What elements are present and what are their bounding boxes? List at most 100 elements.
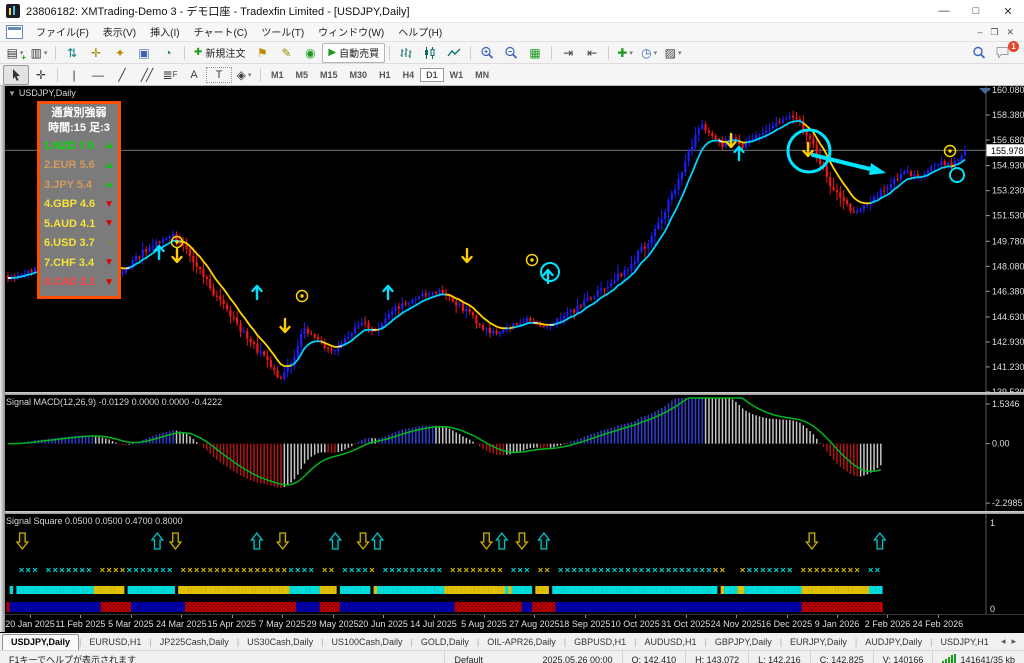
indicators-button[interactable]: ✚▾ [613,44,637,62]
status-profile[interactable]: Default [444,651,533,663]
toolbar-separator [389,46,390,60]
strategy-tester-icon[interactable]: ◔ [156,44,180,62]
chart-tab-audusd-h1[interactable]: AUDUSD,H1 [636,635,704,650]
chart-window-icon[interactable] [6,25,23,39]
chart-tab-eurjpy-daily[interactable]: EURJPY,Daily [782,635,855,650]
tab-scroll-right-icon[interactable]: ▸ [1011,636,1016,647]
chart-tab-gold-daily[interactable]: GOLD,Daily [413,635,477,650]
down-triangle-icon: ▼ [104,199,114,210]
tab-scroll-left-icon[interactable]: ◂ [1001,636,1006,647]
timeframe-w1[interactable]: W1 [444,68,470,82]
menu-item-0[interactable]: ファイル(F) [29,27,96,40]
mdi-minimize-icon[interactable]: – [977,27,982,38]
date-label: 5 Aug 2025 [461,619,507,629]
timeframe-h4[interactable]: H4 [397,68,421,82]
status-field-4: C: 142.825 [810,651,873,663]
signal-square-panel[interactable]: 10 Signal Square 0.0500 0.0500 0.4700 0.… [0,514,1024,614]
chart-tab-us30cash-daily[interactable]: US30Cash,Daily [239,635,321,650]
timeframe-m30[interactable]: M30 [344,68,374,82]
menu-item-3[interactable]: チャート(C) [187,27,255,40]
menu-item-6[interactable]: ヘルプ(H) [391,27,449,40]
chart-tab-audjpy-daily[interactable]: AUDJPY,Daily [857,635,930,650]
text-tool[interactable]: A [182,66,206,84]
minimize-button[interactable]: — [928,0,960,22]
profiles-button[interactable]: ▥▾ [27,44,51,62]
shapes-tool[interactable]: ◈▾ [232,66,256,84]
bar-chart-mode-button[interactable] [394,44,418,62]
templates-button[interactable]: ▨▾ [661,44,685,62]
terminal-icon[interactable]: ▣ [132,44,156,62]
macd-svg[interactable]: 1.53460.00-2.2985 [0,395,1024,511]
macd-panel[interactable]: 1.53460.00-2.2985 Signal MACD(12,26,9) -… [0,395,1024,511]
news-icon[interactable]: ◉ [298,44,322,62]
menu-item-4[interactable]: ツール(T) [254,27,311,40]
search-icon[interactable] [967,44,991,62]
date-tick [534,615,535,618]
svg-text:156.680: 156.680 [992,135,1024,145]
date-tick [282,615,283,618]
chart-tab-usdjpy-h1[interactable]: USDJPY,H1 [932,635,996,650]
close-button[interactable]: ✕ [992,0,1024,22]
auto-trading-button[interactable]: ▶自動売買 [322,43,385,63]
price-chart-panel[interactable]: 160.080158.380156.680154.930153.230151.5… [0,86,1024,392]
zoom-out-button[interactable] [499,44,523,62]
menu-item-5[interactable]: ウィンドウ(W) [311,27,391,40]
price-chart-svg[interactable]: 160.080158.380156.680154.930153.230151.5… [0,86,1024,392]
vertical-line-tool[interactable]: | [62,66,86,84]
svg-text:148.080: 148.080 [992,261,1024,271]
toolbar-separator [551,46,552,60]
maximize-button[interactable]: □ [960,0,992,22]
line-chart-mode-button[interactable] [442,44,466,62]
chart-tab-gbpjpy-daily[interactable]: GBPJPY,Daily [707,635,780,650]
data-window-icon[interactable]: ✛ [84,44,108,62]
mdi-restore-icon[interactable]: ❐ [990,27,998,38]
chart-tab-usdjpy-daily[interactable]: USDJPY,Daily [2,634,79,650]
timeframe-mn[interactable]: MN [469,68,495,82]
alerts-horn-icon[interactable]: ⚑ [250,44,274,62]
new-order-button[interactable]: ✚新規注文 [189,44,250,62]
menu-item-2[interactable]: 挿入(I) [143,27,186,40]
trendline-tool[interactable]: ╱ [110,66,134,84]
navigator-icon[interactable]: ✦ [108,44,132,62]
svg-text:0: 0 [990,604,995,614]
timeframe-m15[interactable]: M15 [314,68,344,82]
fibonacci-tool[interactable]: ≣F [158,66,182,84]
chart-tab-jp225cash-daily[interactable]: JP225Cash,Daily [152,635,237,650]
chart-tab-us100cash-daily[interactable]: US100Cash,Daily [324,635,411,650]
chart-shift-button[interactable]: ⇤ [580,44,604,62]
signal-square-svg[interactable]: 10 [0,514,1024,614]
scroll-to-end-button[interactable]: ⇥ [556,44,580,62]
crosshair-tool-button[interactable]: ✛ [29,66,53,84]
strength-row-eur: 2.EUR 5.6▲ [44,156,114,176]
currency-strength-panel: 通貨別強弱 時間:15 足:3 1.NZD 7.0▲2.EUR 5.6▲3.JP… [37,101,121,299]
timeframe-h1[interactable]: H1 [373,68,397,82]
cursor-tool-button[interactable] [3,65,29,85]
date-axis[interactable]: 20 Jan 202511 Feb 20255 Mar 202524 Mar 2… [0,614,1024,633]
timeframe-d1[interactable]: D1 [420,68,444,82]
app-icon [6,4,20,18]
chat-notification-icon[interactable]: 1 [991,44,1015,62]
date-tick [30,615,31,618]
metaeditor-icon[interactable]: ✎ [274,44,298,62]
menu-item-1[interactable]: 表示(V) [96,27,143,40]
candlestick-mode-button[interactable] [418,44,442,62]
chart-tab-gbpusd-h1[interactable]: GBPUSD,H1 [566,635,634,650]
periods-button[interactable]: ◷▾ [637,44,661,62]
horizontal-line-tool[interactable]: — [86,66,110,84]
toolbar-separator [184,46,185,60]
label-tool[interactable]: T [206,67,232,83]
date-tick [887,615,888,618]
zoom-in-button[interactable] [475,44,499,62]
channel-tool[interactable]: ╱╱ [134,66,158,84]
svg-text:155.978: 155.978 [991,146,1024,156]
market-watch-icon[interactable]: ⇅ [60,44,84,62]
timeframe-m1[interactable]: M1 [265,68,290,82]
timeframe-m5[interactable]: M5 [290,68,315,82]
mdi-close-icon[interactable]: ✕ [1006,27,1014,38]
status-network: 141641/35 kb [932,651,1024,663]
new-chart-button[interactable]: ▤+▾ [3,44,27,62]
tile-windows-icon[interactable]: ▦ [523,44,547,62]
chart-tab-eurusd-h1[interactable]: EURUSD,H1 [81,635,149,650]
one-click-trading-arrow-icon[interactable]: ▼ [8,89,16,98]
chart-tab-oil-apr26-daily[interactable]: OIL-APR26,Daily [479,635,564,650]
